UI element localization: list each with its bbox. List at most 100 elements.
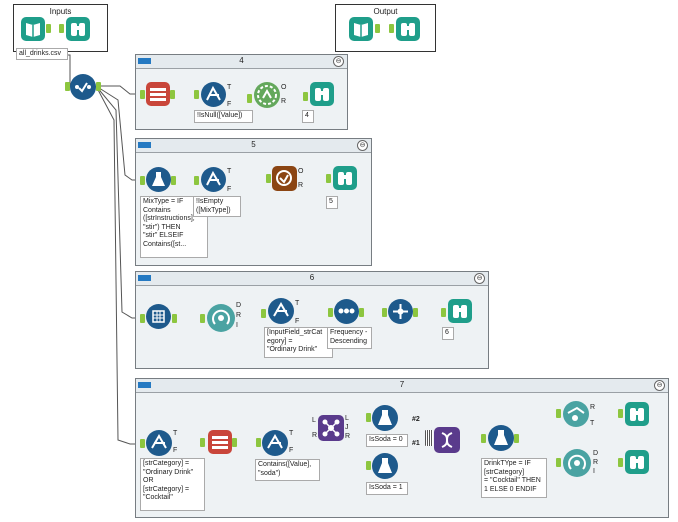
anchor[interactable] — [326, 174, 331, 183]
collapse-icon[interactable]: ⊖ — [333, 56, 344, 67]
filter-tool[interactable] — [201, 167, 226, 192]
join-tool[interactable] — [318, 415, 344, 441]
anchor[interactable] — [194, 90, 199, 99]
random-sample-tool[interactable] — [563, 449, 591, 477]
anchor[interactable] — [328, 308, 333, 317]
anchor[interactable] — [171, 176, 176, 185]
filter-tool[interactable] — [262, 430, 288, 456]
anchor[interactable] — [172, 314, 177, 323]
sample-tool[interactable] — [272, 166, 297, 191]
input-data-tool[interactable] — [21, 17, 45, 41]
port-T: T — [295, 300, 300, 307]
sample-tool[interactable] — [563, 401, 589, 427]
anchor[interactable] — [514, 434, 519, 443]
filter-icon — [273, 302, 289, 317]
sort-icon — [338, 308, 355, 314]
browse-tool[interactable] — [333, 166, 357, 190]
anchor[interactable] — [413, 308, 418, 317]
auto-field-tool[interactable] — [70, 74, 96, 100]
browse-tool[interactable] — [310, 82, 334, 106]
browse-tool[interactable] — [448, 299, 472, 323]
anchor[interactable] — [366, 413, 371, 422]
summarize-icon — [257, 85, 277, 105]
random-sample-tool[interactable] — [207, 304, 235, 332]
anchor[interactable] — [96, 82, 101, 91]
collapse-icon[interactable]: ⊖ — [357, 140, 368, 151]
anchor[interactable] — [140, 314, 145, 323]
append-fields-tool[interactable] — [434, 427, 460, 453]
port-F: F — [173, 447, 178, 454]
collapse-icon[interactable]: ⊖ — [474, 273, 485, 284]
port-J: J — [345, 424, 349, 431]
anchor[interactable] — [140, 90, 145, 99]
anchor[interactable] — [375, 24, 380, 33]
random-sample-icon — [568, 454, 586, 470]
port-T: T — [227, 84, 232, 91]
sort-annotation: Frequency - Descending — [327, 327, 372, 349]
anchor[interactable] — [303, 92, 308, 101]
anchor[interactable] — [359, 308, 364, 317]
anchor[interactable] — [200, 438, 205, 447]
anchor[interactable] — [266, 174, 271, 183]
port-R: R — [593, 459, 599, 466]
anchor[interactable] — [256, 438, 261, 447]
anchor[interactable] — [59, 24, 64, 33]
formula-icon — [378, 458, 392, 473]
anchor[interactable] — [382, 308, 387, 317]
container-title: 7 — [399, 380, 405, 389]
cross-tab-icon — [152, 310, 165, 323]
port-D: D — [593, 450, 599, 457]
formula-tool[interactable] — [372, 453, 398, 479]
container-title: 4 — [239, 56, 244, 65]
port-R: R — [312, 432, 318, 439]
input-data-tool[interactable] — [349, 17, 373, 41]
summarize-tool[interactable] — [254, 82, 280, 108]
anchor[interactable] — [618, 458, 623, 467]
anchor[interactable] — [261, 309, 266, 318]
anchor[interactable] — [441, 308, 446, 317]
port-T: T — [590, 420, 595, 427]
anchor[interactable] — [618, 409, 623, 418]
anchor[interactable] — [140, 439, 145, 448]
anchor[interactable] — [556, 409, 561, 418]
filter-tool[interactable] — [146, 430, 172, 456]
filter-tool[interactable] — [268, 298, 294, 324]
anchor[interactable] — [170, 90, 175, 99]
select-records-icon — [212, 436, 228, 449]
browse-tool[interactable] — [625, 450, 649, 474]
transpose-tool[interactable] — [388, 299, 413, 324]
anchor[interactable] — [200, 314, 205, 323]
browse-icon — [630, 456, 644, 469]
union-tool[interactable] — [425, 430, 433, 446]
formula-tool[interactable] — [146, 167, 171, 192]
filter-annotation: [strCategory] = "Ordinary Drink" OR [str… — [140, 458, 205, 511]
select-records-icon — [150, 88, 166, 101]
collapse-icon[interactable]: ⊖ — [654, 380, 665, 391]
formula-tool[interactable] — [372, 405, 398, 431]
anchor[interactable] — [247, 94, 252, 103]
port-R: R — [298, 182, 304, 189]
sort-tool[interactable] — [334, 299, 359, 324]
anchor[interactable] — [389, 24, 394, 33]
anchor[interactable] — [194, 176, 199, 185]
anchor[interactable] — [65, 82, 70, 91]
formula-tool[interactable] — [488, 425, 514, 451]
port-T: T — [289, 430, 294, 437]
anchor[interactable] — [46, 24, 51, 33]
anchor[interactable] — [481, 434, 486, 443]
cross-tab-tool[interactable] — [146, 304, 171, 329]
port-I: I — [236, 322, 238, 329]
browse-tool[interactable] — [396, 17, 420, 41]
formula-annotation: DrinkTYpe = IF [strCategory] = "Cocktail… — [481, 458, 547, 498]
select-records-tool[interactable] — [146, 82, 170, 106]
anchor[interactable] — [140, 176, 145, 185]
anchor[interactable] — [366, 461, 371, 470]
port-R: R — [281, 98, 287, 105]
select-records-tool[interactable] — [208, 430, 232, 454]
browse-tool[interactable] — [625, 402, 649, 426]
browse-tool[interactable] — [66, 17, 90, 41]
anchor[interactable] — [556, 458, 561, 467]
filter-tool[interactable] — [201, 82, 226, 107]
join-icon — [322, 419, 340, 437]
anchor[interactable] — [232, 438, 237, 447]
